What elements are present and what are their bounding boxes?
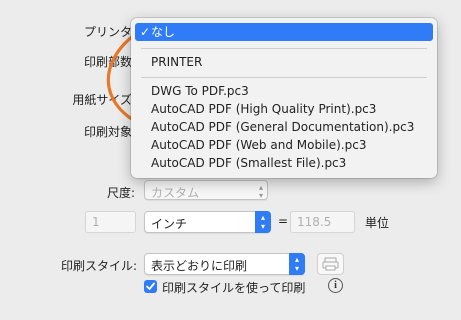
menu-item-none[interactable]: ✓ なし bbox=[135, 23, 433, 41]
print-style-label: 印刷スタイル: bbox=[60, 259, 137, 273]
printer-edit-icon bbox=[322, 257, 339, 271]
drawing-units-field[interactable]: 118.5 bbox=[290, 211, 355, 233]
scale-label: 尺度: bbox=[106, 186, 135, 200]
unit-select-chevron-icon: ▴ ▾ bbox=[255, 211, 271, 233]
check-icon: ✓ bbox=[140, 25, 151, 39]
menu-item-label: AutoCAD PDF (High Quality Print).pc3 bbox=[151, 102, 377, 116]
menu-item-autocad-pdf-general[interactable]: AutoCAD PDF (General Documentation).pc3 bbox=[131, 118, 437, 136]
menu-separator bbox=[141, 48, 427, 49]
unit-select-value: インチ bbox=[151, 217, 188, 231]
print-style-select-value: 表示どおりに印刷 bbox=[151, 259, 248, 273]
info-icon: i bbox=[334, 280, 337, 291]
menu-item-label: AutoCAD PDF (General Documentation).pc3 bbox=[151, 120, 415, 134]
menu-separator bbox=[141, 77, 427, 78]
menu-item-label: AutoCAD PDF (Web and Mobile).pc3 bbox=[151, 138, 367, 152]
print-style-select-chevron-icon: ▴ ▾ bbox=[289, 253, 305, 275]
scale-units-field[interactable]: 1 bbox=[85, 211, 136, 233]
drawing-units-label: 単位 bbox=[365, 216, 390, 230]
menu-item-label: PRINTER bbox=[151, 55, 203, 69]
checkmark-icon bbox=[146, 282, 155, 290]
menu-item-label: なし bbox=[151, 25, 176, 39]
equals-sign: = bbox=[278, 214, 289, 228]
scale-select[interactable]: カスタム ▴ ▾ bbox=[144, 180, 268, 200]
menu-item-dwg-to-pdf[interactable]: DWG To PDF.pc3 bbox=[131, 82, 437, 100]
unit-select[interactable]: インチ ▴ ▾ bbox=[144, 211, 271, 233]
menu-item-label: DWG To PDF.pc3 bbox=[151, 84, 249, 98]
print-style-select[interactable]: 表示どおりに印刷 ▴ ▾ bbox=[144, 253, 305, 275]
use-print-style-label[interactable]: 印刷スタイルを使って印刷 bbox=[162, 279, 305, 296]
menu-item-label: AutoCAD PDF (Smallest File).pc3 bbox=[151, 156, 347, 170]
printer-dropdown-menu: ✓ なし PRINTER DWG To PDF.pc3 AutoCAD PDF … bbox=[131, 18, 437, 178]
menu-item-autocad-pdf-high-quality[interactable]: AutoCAD PDF (High Quality Print).pc3 bbox=[131, 100, 437, 118]
scale-select-value: カスタム bbox=[151, 186, 200, 200]
use-print-style-checkbox[interactable] bbox=[144, 280, 157, 293]
print-style-edit-button[interactable] bbox=[317, 253, 344, 275]
menu-item-autocad-pdf-web-mobile[interactable]: AutoCAD PDF (Web and Mobile).pc3 bbox=[131, 136, 437, 154]
menu-item-printer[interactable]: PRINTER bbox=[131, 53, 437, 71]
info-button[interactable]: i bbox=[328, 278, 343, 293]
scale-select-chevron-icon: ▴ ▾ bbox=[258, 183, 263, 200]
menu-item-autocad-pdf-smallest[interactable]: AutoCAD PDF (Smallest File).pc3 bbox=[131, 154, 437, 172]
